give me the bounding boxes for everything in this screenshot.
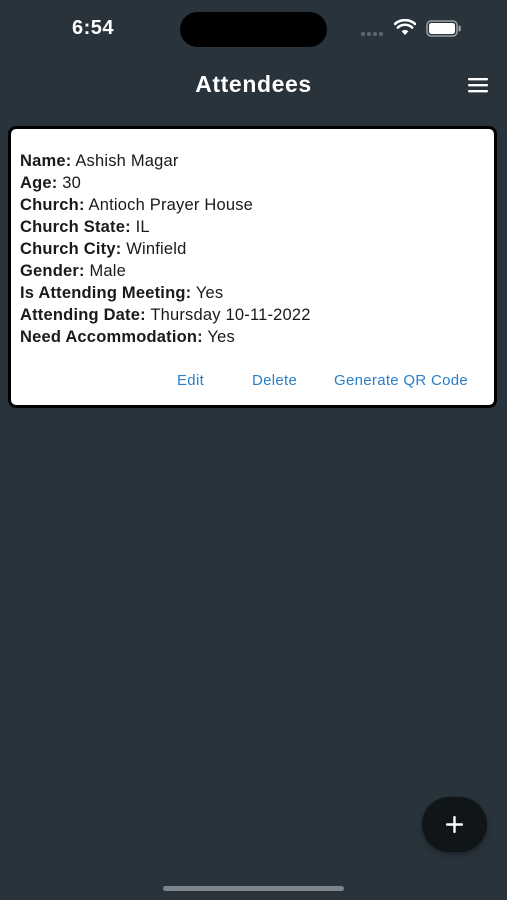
field-value: Antioch Prayer House	[88, 196, 254, 214]
status-bar: 6:54	[0, 0, 507, 60]
add-attendee-button[interactable]	[422, 797, 487, 852]
field-label: Church State:	[20, 218, 131, 236]
field-church-state: Church State: IL	[20, 216, 480, 238]
edit-button[interactable]: Edit	[177, 372, 204, 389]
dynamic-island	[180, 12, 327, 47]
app-header: Attendees	[0, 60, 507, 112]
attendee-details: Name: Ashish Magar Age: 30 Church: Antio…	[20, 150, 480, 348]
field-label: Need Accommodation:	[20, 328, 203, 346]
attendee-card: Name: Ashish Magar Age: 30 Church: Antio…	[8, 126, 497, 408]
hamburger-menu-icon	[468, 78, 488, 93]
field-gender: Gender: Male	[20, 260, 480, 282]
signal-dots-icon	[361, 32, 383, 36]
status-time: 6:54	[72, 17, 115, 39]
field-label: Attending Date:	[20, 306, 146, 324]
field-value: Yes	[195, 284, 224, 302]
field-value: IL	[135, 218, 150, 236]
field-value: Yes	[207, 328, 235, 346]
field-value: Winfield	[126, 240, 187, 258]
field-label: Age:	[20, 174, 58, 192]
field-attending-date: Attending Date: Thursday 10-11-2022	[20, 304, 480, 326]
home-indicator	[163, 886, 344, 891]
field-name: Name: Ashish Magar	[20, 150, 480, 172]
field-label: Name:	[20, 152, 72, 170]
field-church: Church: Antioch Prayer House	[20, 194, 480, 216]
field-value: 30	[62, 174, 82, 192]
battery-icon	[426, 20, 461, 37]
field-age: Age: 30	[20, 172, 480, 194]
wifi-icon	[394, 19, 416, 35]
field-church-city: Church City: Winfield	[20, 238, 480, 260]
page-title: Attendees	[195, 71, 312, 97]
generate-qr-code-button[interactable]: Generate QR Code	[334, 372, 468, 389]
field-label: Church City:	[20, 240, 122, 258]
plus-icon	[446, 816, 463, 833]
field-attending-meeting: Is Attending Meeting: Yes	[20, 282, 480, 304]
field-value: Ashish Magar	[75, 152, 179, 170]
field-label: Is Attending Meeting:	[20, 284, 192, 302]
delete-button[interactable]: Delete	[252, 372, 297, 389]
menu-button[interactable]	[460, 72, 494, 100]
field-label: Church:	[20, 196, 85, 214]
status-icons	[358, 17, 468, 41]
field-need-accommodation: Need Accommodation: Yes	[20, 326, 480, 348]
card-actions: Edit Delete Generate QR Code	[11, 372, 494, 394]
field-value: Thursday 10-11-2022	[150, 306, 311, 324]
field-label: Gender:	[20, 262, 85, 280]
field-value: Male	[89, 262, 127, 280]
